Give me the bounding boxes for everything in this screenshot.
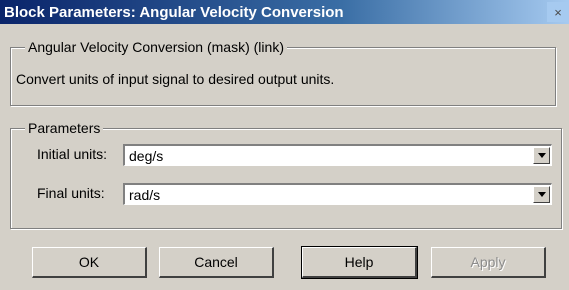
- initial-units-dropdown-button[interactable]: [533, 147, 550, 164]
- final-units-select[interactable]: rad/s: [123, 183, 552, 205]
- final-units-dropdown-button[interactable]: [533, 186, 550, 203]
- description-legend: Angular Velocity Conversion (mask) (link…: [25, 39, 287, 55]
- chevron-down-icon: [537, 153, 546, 158]
- description-text: Convert units of input signal to desired…: [16, 71, 335, 87]
- final-units-label: Final units:: [37, 185, 105, 201]
- initial-units-select[interactable]: deg/s: [123, 144, 552, 166]
- window-title: Block Parameters: Angular Velocity Conve…: [4, 3, 344, 21]
- ok-button[interactable]: OK: [32, 247, 147, 278]
- initial-units-value: deg/s: [129, 148, 164, 164]
- title-bar[interactable]: Block Parameters: Angular Velocity Conve…: [0, 0, 569, 24]
- chevron-down-icon: [537, 192, 546, 197]
- final-units-value: rad/s: [129, 187, 161, 203]
- apply-button[interactable]: Apply: [431, 247, 546, 278]
- parameters-legend: Parameters: [25, 120, 104, 136]
- close-icon: ×: [554, 4, 562, 20]
- initial-units-label: Initial units:: [37, 146, 108, 162]
- cancel-button[interactable]: Cancel: [159, 247, 274, 278]
- close-button[interactable]: ×: [547, 2, 569, 22]
- help-button[interactable]: Help: [301, 246, 418, 279]
